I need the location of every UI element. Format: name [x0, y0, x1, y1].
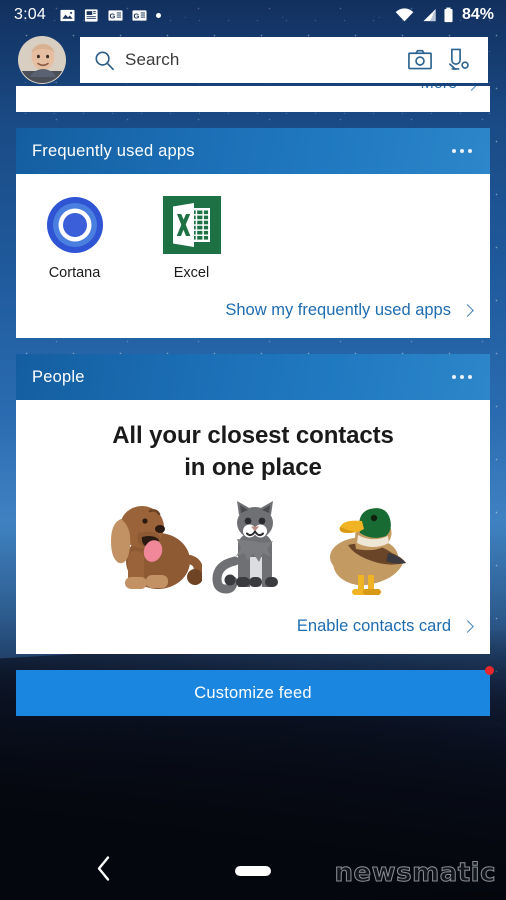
card-people: People All your closest contacts in one … — [16, 354, 490, 655]
card-header: People — [16, 354, 490, 400]
phone-screen: 3:04 G G 84% Search Frequently used apps… — [0, 0, 506, 900]
show-frequently-used-apps-link[interactable]: Show my frequently used apps — [16, 289, 490, 338]
camera-icon[interactable] — [408, 49, 432, 71]
customize-feed-button[interactable]: Customize feed — [16, 670, 490, 717]
feed-container: More Frequently used apps — [16, 86, 494, 717]
image-icon — [60, 9, 75, 21]
battery-percentage: 84% — [461, 6, 494, 23]
app-tile-cortana[interactable]: Cortana — [16, 196, 133, 281]
cortana-icon — [46, 197, 103, 253]
chevron-right-icon — [461, 304, 474, 317]
card-title: People — [32, 367, 85, 386]
customize-feed-wrapper: Customize feed — [16, 666, 494, 717]
more-link[interactable]: More — [421, 86, 478, 93]
excel-icon — [162, 196, 221, 254]
app-tile-excel[interactable]: Excel — [133, 196, 250, 281]
more-link-label: More — [421, 86, 457, 93]
status-notification-icons: G G — [60, 8, 161, 23]
overflow-menu-icon[interactable] — [450, 369, 474, 385]
search-icon — [95, 50, 114, 70]
pets-illustration-group — [16, 483, 490, 605]
chevron-right-icon — [465, 86, 478, 91]
card-header: Frequently used apps — [16, 128, 490, 174]
people-headline-line1: All your closest contacts — [112, 422, 394, 449]
card-frequently-used-apps: Frequently used apps Cortana Excel Show … — [16, 128, 490, 338]
cellular-signal-icon — [423, 8, 436, 21]
back-chevron-icon — [97, 856, 110, 881]
duck-illustration — [330, 508, 406, 596]
status-clock: 3:04 — [14, 6, 46, 23]
dot-icon — [155, 12, 161, 18]
battery-icon — [444, 7, 453, 23]
card-title: Frequently used apps — [32, 141, 195, 160]
link-label: Enable contacts card — [296, 617, 451, 636]
overflow-menu-icon[interactable] — [450, 143, 474, 159]
gmail-icon: G — [132, 9, 147, 21]
link-label: Show my frequently used apps — [225, 301, 451, 319]
previous-card-stub: More — [16, 86, 490, 112]
search-row: Search — [0, 34, 506, 86]
user-avatar-image — [19, 37, 65, 83]
app-grid: Cortana Excel — [16, 174, 490, 289]
people-headline: All your closest contacts in one place — [16, 420, 490, 483]
chevron-right-icon — [461, 620, 474, 634]
enable-contacts-card-link[interactable]: Enable contacts card — [16, 605, 490, 654]
people-headline-line2: in one place — [184, 453, 322, 481]
gmail-icon: G — [108, 9, 123, 21]
svg-text:G: G — [109, 11, 115, 20]
search-bar[interactable]: Search — [80, 37, 488, 83]
news-article-icon — [84, 8, 98, 22]
svg-text:G: G — [133, 11, 139, 20]
cat-illustration — [212, 501, 278, 594]
dog-illustration — [111, 506, 202, 590]
watermark: newsmatic — [334, 858, 496, 889]
search-input[interactable]: Search — [125, 50, 398, 70]
app-label: Cortana — [48, 265, 101, 281]
search-action-icons — [408, 48, 476, 72]
back-button[interactable] — [96, 856, 112, 887]
people-card-body: All your closest contacts in one place E… — [16, 400, 490, 654]
home-pill-button[interactable] — [235, 866, 271, 876]
app-label: Excel — [173, 265, 210, 281]
wifi-icon — [395, 7, 414, 21]
avatar[interactable] — [18, 36, 66, 84]
status-system-icons: 84% — [395, 6, 494, 24]
voice-lens-icon[interactable] — [448, 48, 470, 72]
status-bar: 3:04 G G 84% — [0, 0, 506, 30]
